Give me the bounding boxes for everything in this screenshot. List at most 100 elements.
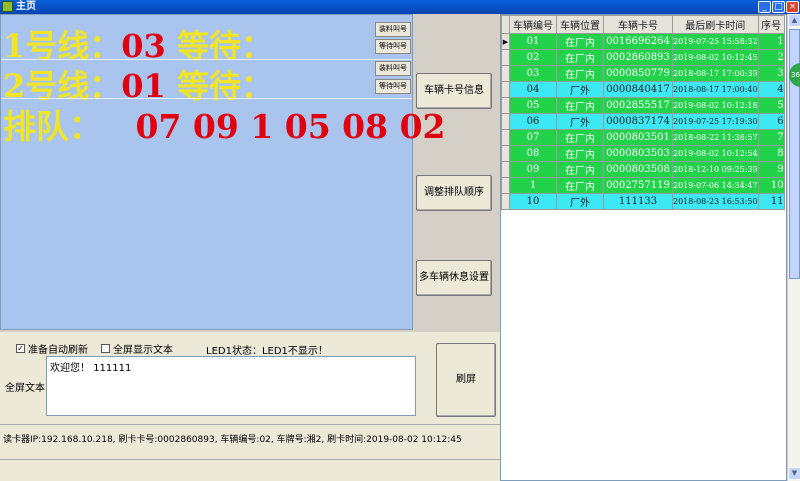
table-row[interactable]: 03 在厂内 0000850779 2018-08-17 17:00:39 3: [501, 65, 785, 82]
location-cell[interactable]: 厂外: [556, 113, 604, 130]
table-row[interactable]: 09 在厂内 0000803508 2018-12-10 09:25:39 9: [501, 161, 785, 178]
table-row[interactable]: 02 在厂内 0002860893 2019-08-02 10:12:45 2: [501, 49, 785, 66]
location-cell[interactable]: 厂外: [556, 193, 604, 210]
row-selector[interactable]: [501, 97, 510, 114]
vehicle-no-cell[interactable]: 02: [509, 49, 557, 66]
seq-cell[interactable]: 1: [757, 33, 785, 50]
maximize-button[interactable]: □: [772, 1, 785, 13]
location-cell[interactable]: 在厂内: [556, 97, 604, 114]
location-cell[interactable]: 在厂内: [556, 145, 604, 162]
location-cell[interactable]: 在厂内: [556, 161, 604, 178]
checkbox-box[interactable]: [101, 344, 110, 353]
row-selector[interactable]: [501, 129, 510, 146]
card-no-cell[interactable]: 0000803503: [603, 145, 673, 162]
location-cell[interactable]: 在厂内: [556, 65, 604, 82]
vehicle-no-cell[interactable]: 1: [509, 177, 557, 194]
location-cell[interactable]: 在厂内: [556, 49, 604, 66]
location-cell[interactable]: 在厂内: [556, 129, 604, 146]
table-row[interactable]: 10 厂外 111133 2018-08-23 16:53:50 11: [501, 193, 785, 210]
card-no-cell[interactable]: 0000803508: [603, 161, 673, 178]
row-selector[interactable]: ▶: [501, 33, 510, 50]
card-no-cell[interactable]: 0000837174: [603, 113, 673, 130]
location-cell[interactable]: 厂外: [556, 81, 604, 98]
table-row[interactable]: 06 厂外 0000837174 2019-07-25 17:19:30 6: [501, 113, 785, 130]
seq-cell[interactable]: 9: [757, 161, 785, 178]
card-no-cell[interactable]: 0002757119: [603, 177, 673, 194]
table-row[interactable]: ▶ 01 在厂内 0016696264 2019-07-25 15:58:32 1: [501, 33, 785, 50]
line1-load-call-button[interactable]: 装料叫号: [375, 22, 411, 37]
card-no-cell[interactable]: 111133: [603, 193, 673, 210]
last-swipe-cell[interactable]: 2018-12-10 09:25:39: [672, 161, 759, 178]
line2-wait-call-button[interactable]: 等待叫号: [375, 79, 411, 94]
table-row[interactable]: 07 在厂内 0000803501 2018-08-22 11:38:57 7: [501, 129, 785, 146]
last-swipe-cell[interactable]: 2019-07-25 17:19:30: [672, 113, 759, 130]
fullscreen-text-input[interactable]: 欢迎您！ 111111: [46, 356, 416, 416]
last-swipe-cell[interactable]: 2018-08-23 16:53:50: [672, 193, 759, 210]
scroll-up-arrow-icon[interactable]: ▲: [788, 14, 800, 27]
last-swipe-cell[interactable]: 2019-07-06 14:34:47: [672, 177, 759, 194]
auto-refresh-checkbox[interactable]: ✓ 准备自动刷新: [16, 341, 88, 356]
column-header[interactable]: 车辆编号: [509, 15, 557, 34]
last-swipe-cell[interactable]: 2018-08-22 11:38:57: [672, 129, 759, 146]
location-cell[interactable]: 在厂内: [556, 177, 604, 194]
seq-cell[interactable]: 7: [757, 129, 785, 146]
vehicle-no-cell[interactable]: 01: [509, 33, 557, 50]
vehicle-grid[interactable]: 车辆编号 车辆位置 车辆卡号 最后刷卡时间 序号 ▶ 01 在厂内 001669626…: [500, 14, 787, 481]
vehicle-no-cell[interactable]: 05: [509, 97, 557, 114]
last-swipe-cell[interactable]: 2019-08-02 10:12:18: [672, 97, 759, 114]
card-no-cell[interactable]: 0000850779: [603, 65, 673, 82]
table-row[interactable]: 05 在厂内 0002855517 2019-08-02 10:12:18 5: [501, 97, 785, 114]
table-row[interactable]: 1 在厂内 0002757119 2019-07-06 14:34:47 10: [501, 177, 785, 194]
vehicle-no-cell[interactable]: 03: [509, 65, 557, 82]
fullscreen-text-checkbox[interactable]: 全屏显示文本: [101, 341, 173, 356]
row-selector[interactable]: [501, 161, 510, 178]
row-selector[interactable]: [501, 145, 510, 162]
seq-cell[interactable]: 8: [757, 145, 785, 162]
card-no-cell[interactable]: 0000840417: [603, 81, 673, 98]
row-selector[interactable]: [501, 65, 510, 82]
seq-cell[interactable]: 3: [757, 65, 785, 82]
location-cell[interactable]: 在厂内: [556, 33, 604, 50]
last-swipe-cell[interactable]: 2019-08-02 10:12:54: [672, 145, 759, 162]
row-selector[interactable]: [501, 81, 510, 98]
vehicle-no-cell[interactable]: 06: [509, 113, 557, 130]
close-button[interactable]: ×: [786, 1, 799, 13]
line1-wait-call-button[interactable]: 等待叫号: [375, 39, 411, 54]
checkbox-box[interactable]: ✓: [16, 344, 25, 353]
last-swipe-cell[interactable]: 2019-07-25 15:58:32: [672, 33, 759, 50]
scroll-down-arrow-icon[interactable]: ▼: [788, 467, 800, 480]
row-selector[interactable]: [501, 113, 510, 130]
seq-cell[interactable]: 6: [757, 113, 785, 130]
refresh-screen-button[interactable]: 刷屏: [436, 343, 496, 417]
vehicle-no-cell[interactable]: 07: [509, 129, 557, 146]
column-header[interactable]: 车辆卡号: [603, 15, 673, 34]
line2-load-call-button[interactable]: 装料叫号: [375, 61, 411, 76]
adjust-queue-order-button[interactable]: 调整排队顺序: [416, 175, 492, 211]
last-swipe-cell[interactable]: 2018-08-17 17:00:40: [672, 81, 759, 98]
column-header[interactable]: 车辆位置: [556, 15, 604, 34]
title-bar[interactable]: 主页 _ □ ×: [0, 0, 800, 14]
table-row[interactable]: 04 厂外 0000840417 2018-08-17 17:00:40 4: [501, 81, 785, 98]
vehicle-no-cell[interactable]: 09: [509, 161, 557, 178]
seq-cell[interactable]: 5: [757, 97, 785, 114]
card-no-cell[interactable]: 0002855517: [603, 97, 673, 114]
row-selector[interactable]: [501, 193, 510, 210]
row-selector[interactable]: [501, 177, 510, 194]
card-no-cell[interactable]: 0000803501: [603, 129, 673, 146]
last-swipe-cell[interactable]: 2019-08-02 10:12:45: [672, 49, 759, 66]
last-swipe-cell[interactable]: 2018-08-17 17:00:39: [672, 65, 759, 82]
seq-cell[interactable]: 11: [757, 193, 785, 210]
vehicle-no-cell[interactable]: 04: [509, 81, 557, 98]
column-header[interactable]: 最后刷卡时间: [672, 15, 759, 34]
minimize-button[interactable]: _: [758, 1, 771, 13]
seq-cell[interactable]: 4: [757, 81, 785, 98]
vehicle-card-info-button[interactable]: 车辆卡号信息: [416, 73, 492, 109]
column-header[interactable]: 序号: [757, 15, 785, 34]
table-row[interactable]: 08 在厂内 0000803503 2019-08-02 10:12:54 8: [501, 145, 785, 162]
vehicle-no-cell[interactable]: 08: [509, 145, 557, 162]
seq-cell[interactable]: 10: [757, 177, 785, 194]
vehicle-no-cell[interactable]: 10: [509, 193, 557, 210]
card-no-cell[interactable]: 0002860893: [603, 49, 673, 66]
card-no-cell[interactable]: 0016696264: [603, 33, 673, 50]
seq-cell[interactable]: 2: [757, 49, 785, 66]
